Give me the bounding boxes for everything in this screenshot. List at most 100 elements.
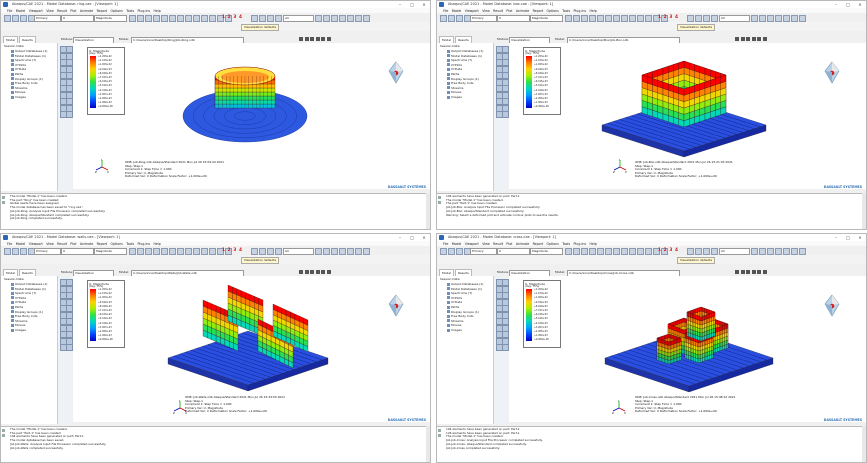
tree-item[interactable]: Spectrums (7) [11, 58, 36, 62]
visualization-defaults-button[interactable]: Visualization defaults [677, 23, 715, 31]
tree-item[interactable]: Free Body Cuts [447, 314, 474, 318]
close-icon[interactable]: × [418, 234, 430, 241]
tree-item[interactable]: XYData [447, 300, 462, 304]
menu-item-options[interactable]: Options [111, 242, 123, 246]
component-dropdown[interactable]: Magnitude [94, 15, 127, 22]
new-file-icon[interactable] [440, 247, 447, 255]
symbol-icon[interactable] [645, 247, 652, 255]
menu-item-help[interactable]: Help [589, 9, 596, 13]
menu-item-plot[interactable]: Plot [506, 9, 512, 13]
color-icon[interactable] [259, 247, 266, 255]
prev-frame-icon[interactable] [740, 270, 745, 274]
variable-dropdown[interactable]: U [497, 248, 530, 255]
all-dropdown[interactable]: All [719, 248, 750, 255]
play-icon[interactable] [339, 247, 346, 255]
first-frame-icon[interactable] [299, 37, 303, 41]
symbol-icon[interactable] [209, 14, 216, 22]
minimize-icon[interactable]: – [830, 234, 842, 241]
prev-frame-icon[interactable] [304, 270, 309, 274]
next-frame-icon[interactable] [315, 37, 320, 41]
menu-item-view[interactable]: View [46, 242, 54, 246]
symbol-icon[interactable] [645, 14, 652, 22]
first-frame-icon[interactable] [759, 14, 766, 22]
menu-item-viewport[interactable]: Viewport [465, 242, 479, 246]
first-frame-icon[interactable] [735, 37, 739, 41]
last-frame-icon[interactable] [355, 247, 362, 255]
deform-icon[interactable] [201, 247, 208, 255]
tree-item[interactable]: Model Databases (1) [447, 287, 482, 291]
save-icon[interactable] [456, 14, 463, 22]
menu-item-model[interactable]: Model [452, 9, 462, 13]
render-icon[interactable] [177, 247, 184, 255]
menu-item-file[interactable]: File [7, 242, 12, 246]
pan-icon[interactable] [129, 14, 136, 22]
viewport-numbers[interactable]: 1 2 3 4 [658, 248, 679, 253]
message-scrollbar[interactable] [426, 426, 430, 462]
first-frame-icon[interactable] [735, 270, 739, 274]
maximize-icon[interactable]: □ [842, 1, 854, 8]
display-icon[interactable] [267, 14, 274, 22]
tree-item[interactable]: Movies [447, 90, 461, 94]
pan-icon[interactable] [565, 247, 572, 255]
last-frame-icon[interactable] [321, 270, 325, 274]
viewport[interactable]: U, Magnitude (Avg: 75%) +1.203e-02 +1.103… [73, 276, 430, 422]
tree-item[interactable]: Display Groups (1) [11, 310, 43, 314]
rotate-icon[interactable] [137, 247, 144, 255]
menu-item-view[interactable]: View [46, 9, 54, 13]
component-dropdown[interactable]: Magnitude [530, 15, 563, 22]
render-icon[interactable] [613, 14, 620, 22]
next-frame-icon[interactable] [783, 247, 790, 255]
last-frame-icon[interactable] [757, 37, 761, 41]
anim-icon[interactable] [315, 14, 322, 22]
front-view-icon[interactable] [605, 247, 612, 255]
tree-item[interactable]: Spectrums (7) [447, 291, 472, 295]
menu-item-animate[interactable]: Animate [80, 9, 93, 13]
tree-item[interactable]: Model Databases (1) [447, 54, 482, 58]
menu-item-result[interactable]: Result [57, 9, 67, 13]
last-frame-icon[interactable] [355, 14, 362, 22]
deform-icon[interactable] [637, 14, 644, 22]
tree-item[interactable]: Output Databases (1) [447, 49, 483, 53]
tree-item[interactable]: Streams [447, 319, 463, 323]
menu-item-model[interactable]: Model [16, 242, 26, 246]
pan-icon[interactable] [565, 14, 572, 22]
open-file-icon[interactable] [448, 247, 455, 255]
tree-item[interactable]: Movies [11, 323, 25, 327]
tree-item[interactable]: Model Databases (1) [11, 287, 46, 291]
next-frame-icon[interactable] [347, 247, 354, 255]
tree-item[interactable]: XYData [447, 67, 462, 71]
menu-item-view[interactable]: View [482, 9, 490, 13]
primary-dropdown[interactable]: Primary [34, 248, 61, 255]
menu-item-tools[interactable]: Tools [126, 242, 134, 246]
step-icon[interactable] [711, 14, 718, 22]
rotate-icon[interactable] [137, 14, 144, 22]
display-icon[interactable] [703, 14, 710, 22]
tree-item[interactable]: Free Body Cuts [11, 314, 38, 318]
message-scrollbar[interactable] [426, 193, 430, 229]
tree-item[interactable]: XYPlots [447, 296, 462, 300]
tree-item[interactable]: Free Body Cuts [447, 81, 474, 85]
contour-icon[interactable] [193, 247, 200, 255]
open-file-icon[interactable] [12, 247, 19, 255]
tree-item[interactable]: Output Databases (1) [447, 282, 483, 286]
viewport[interactable]: U, Magnitude (Avg: 75%) +1.203e-02 +1.103… [73, 43, 430, 189]
step-icon[interactable] [275, 14, 282, 22]
prev-frame-icon[interactable] [767, 247, 774, 255]
last-frame-icon[interactable] [791, 14, 798, 22]
python-tab-icon[interactable] [438, 434, 441, 437]
variable-dropdown[interactable]: U [61, 248, 94, 255]
viewport-numbers[interactable]: 1 2 3 4 [222, 248, 243, 253]
visualization-defaults-button[interactable]: Visualization defaults [241, 23, 279, 31]
last-frame-icon[interactable] [791, 247, 798, 255]
menu-item-file[interactable]: File [443, 242, 448, 246]
message-tab-icon[interactable] [2, 429, 5, 432]
component-dropdown[interactable]: Magnitude [94, 248, 127, 255]
menu-item-viewport[interactable]: Viewport [465, 9, 479, 13]
menu-item-viewport[interactable]: Viewport [29, 9, 43, 13]
tree-item[interactable]: Paths [11, 305, 23, 309]
tool-icon[interactable] [251, 247, 258, 255]
tree-item[interactable]: Free Body Cuts [11, 81, 38, 85]
fit-icon[interactable] [589, 247, 596, 255]
first-frame-icon[interactable] [299, 270, 303, 274]
menu-item-tools[interactable]: Tools [562, 242, 570, 246]
